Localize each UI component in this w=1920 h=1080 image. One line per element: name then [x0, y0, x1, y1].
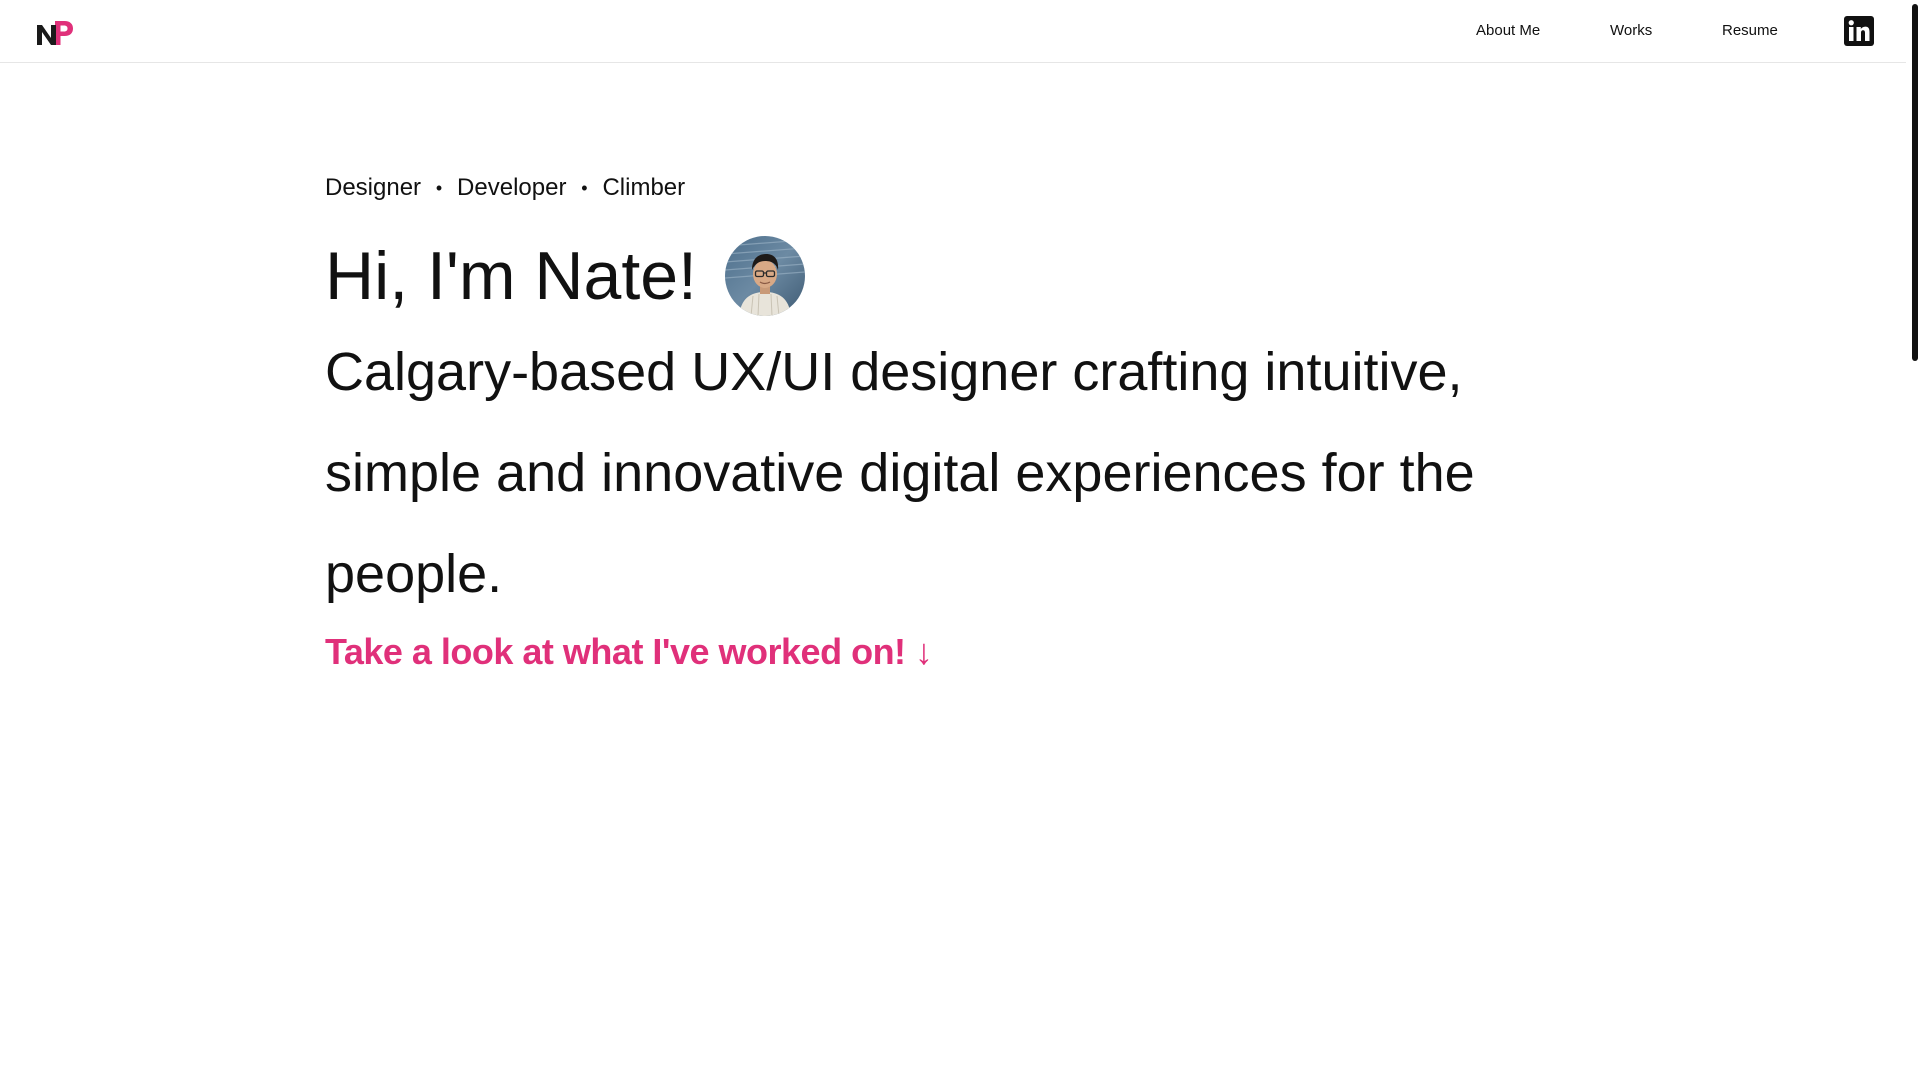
np-logo-icon: [37, 21, 73, 45]
scrollbar-thumb[interactable]: [1912, 4, 1918, 361]
view-work-link[interactable]: Take a look at what I've worked on! ↓: [325, 631, 933, 673]
greeting-heading: Hi, I'm Nate!: [325, 238, 697, 314]
role-developer: Developer: [457, 174, 567, 201]
scrollbar-track[interactable]: [1906, 0, 1920, 1080]
role-separator: •: [581, 177, 588, 198]
linkedin-icon: [1844, 16, 1874, 46]
linkedin-link[interactable]: [1844, 16, 1874, 46]
top-navigation-bar: About Me Works Resume: [0, 0, 1920, 63]
greeting-row: Hi, I'm Nate!: [325, 234, 1625, 318]
role-climber: Climber: [602, 174, 686, 201]
nav-link-about-me[interactable]: About Me: [1476, 22, 1540, 39]
role-separator: •: [435, 177, 443, 198]
nav-link-works[interactable]: Works: [1610, 22, 1652, 39]
hero-section: Designer • Developer • Climber Hi, I'm N…: [325, 170, 1625, 673]
nav-link-resume[interactable]: Resume: [1722, 22, 1778, 39]
tagline-paragraph: Calgary-based UX/UI designer crafting in…: [325, 342, 1475, 604]
avatar: [724, 236, 805, 316]
roles-line: Designer • Developer • Climber: [325, 170, 1625, 206]
np-logo[interactable]: [36, 18, 76, 48]
role-designer: Designer: [325, 174, 422, 201]
page: About Me Works Resume Designer • Develop…: [0, 0, 1920, 1080]
profile-photo-icon: [724, 236, 805, 316]
